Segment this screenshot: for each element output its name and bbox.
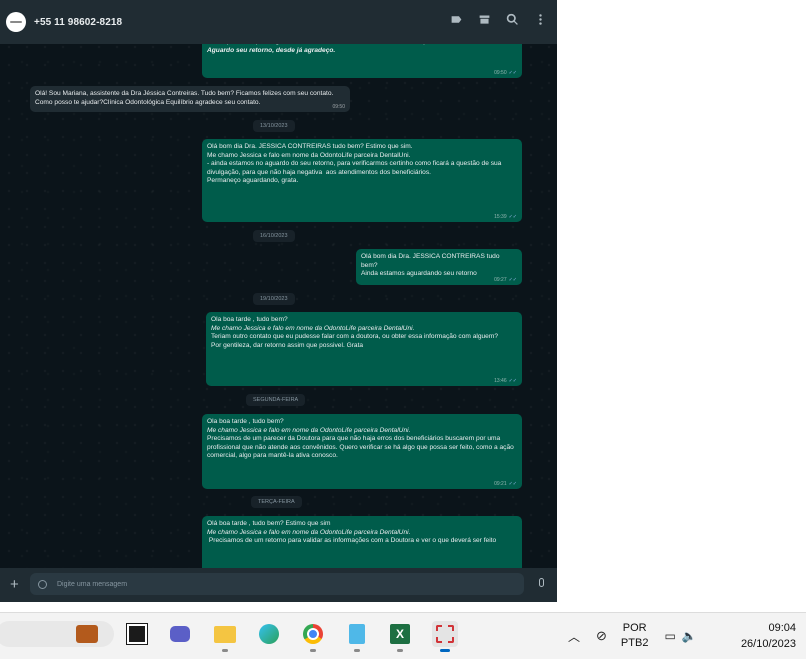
whatsapp-window: acha? podemos prosseguir com o credencia… [0, 0, 557, 602]
notepad-icon[interactable] [344, 621, 370, 652]
volume-icon[interactable]: 🔈 [682, 629, 697, 643]
message-line: Por gentileza, dar retorno assim que pos… [211, 341, 364, 349]
briefcase-icon [76, 625, 98, 643]
message-line: Me chamo Jessica e falo em nome da Odont… [207, 528, 411, 536]
message-line: Olá! Sou Mariana, assistente da Dra Jéss… [35, 90, 334, 97]
message-line: Olá bom dia Dra. JESSICA CONTREIRAS tudo… [207, 143, 413, 150]
menu-icon[interactable] [534, 13, 547, 26]
system-clock[interactable]: 09:04 26/10/2023 [741, 620, 796, 652]
edge-browser-icon[interactable] [256, 621, 282, 647]
message-line: Precisamos de um retorno para validar as… [207, 537, 497, 545]
message-bubble: Olá! Sou Mariana, assistente da Dra Jéss… [30, 86, 350, 112]
message-line: Ola boa tarde , tudo bem? [207, 418, 284, 425]
network-disconnected-icon[interactable]: ⊘ [596, 628, 607, 644]
catalog-icon[interactable] [478, 13, 491, 26]
message-time: 09:50 ✓✓ [494, 70, 517, 76]
clock-time: 09:04 [768, 622, 796, 634]
read-receipt-icon: ✓✓ [508, 70, 517, 76]
show-hidden-icons-chevron-icon[interactable]: ︿ [568, 628, 580, 645]
message-line: Aguardo seu retorno, desde já agradeço. [207, 46, 336, 54]
taskbar-search-box[interactable] [0, 621, 114, 647]
attach-plus-icon[interactable]: + [10, 577, 19, 592]
chat-area[interactable]: acha? podemos prosseguir com o credencia… [0, 38, 557, 568]
windows-taskbar: X ︿ ⊘ POR PTB2 ▭ 🔈 09:04 26/10/2023 [0, 612, 806, 659]
message-line: Permaneço aguardando, grata. [207, 177, 299, 185]
clock-date: 26/10/2023 [740, 638, 796, 650]
emoji-icon[interactable] [38, 579, 47, 589]
read-receipt-icon: ✓✓ [508, 481, 517, 487]
message-line: Me chamo Jessica e falo em nome da Odont… [211, 324, 415, 332]
message-line: - ainda estamos no aguardo do seu retorn… [207, 160, 504, 176]
language-indicator[interactable]: POR PTB2 [621, 621, 649, 651]
message-time: 09:21 ✓✓ [494, 481, 517, 487]
message-line: Como posso te ajudar?Clínica Odontológic… [35, 98, 261, 106]
snipping-tool-icon[interactable] [432, 621, 458, 652]
language-code: POR [622, 622, 647, 634]
chrome-browser-icon[interactable] [300, 621, 326, 652]
date-chip: 13/10/2023 [253, 120, 295, 132]
microphone-icon[interactable] [539, 578, 544, 587]
message-line: Olá boa tarde , tudo bem? Estimo que sim [207, 520, 331, 527]
message-line: Me chamo Jessica e falo em nome da Odont… [207, 151, 411, 159]
display-icon[interactable]: ▭ [664, 629, 675, 643]
file-explorer-icon[interactable] [212, 621, 238, 652]
message-line: Ola boa tarde , tudo bem? [211, 316, 288, 323]
teams-meet-icon[interactable] [167, 621, 193, 647]
message-bubble: Olá bom dia Dra. JESSICA CONTREIRAS tudo… [356, 249, 522, 285]
message-bubble: Olá bom dia Dra. JESSICA CONTREIRAS tudo… [202, 139, 522, 222]
message-time: 09:50 [332, 104, 345, 110]
message-line: Precisamos de um parecer da Doutora para… [207, 435, 516, 460]
date-chip: TERÇA-FEIRA [251, 496, 302, 508]
read-receipt-icon: ✓✓ [508, 378, 517, 384]
search-icon[interactable] [506, 13, 519, 26]
message-bubble: Ola boa tarde , tudo bem? Me chamo Jessi… [202, 414, 522, 489]
message-bubble: acha? podemos prosseguir com o credencia… [202, 38, 522, 78]
date-chip: SEGUNDA-FEIRA [246, 394, 306, 406]
chat-header: +55 11 98602-8218 [0, 0, 557, 44]
contact-name[interactable]: +55 11 98602-8218 [34, 17, 122, 28]
read-receipt-icon: ✓✓ [508, 277, 517, 283]
message-time: 15:39 ✓✓ [494, 214, 517, 220]
message-bubble: Ola boa tarde , tudo bem? Me chamo Jessi… [206, 312, 522, 386]
message-line: Teriam outro contato que eu pudesse fala… [211, 333, 498, 341]
desktop-background [557, 0, 806, 602]
composer-bar: + Digite uma mensagem [0, 568, 557, 602]
message-time: 09:27 ✓✓ [494, 277, 517, 283]
label-icon[interactable] [450, 13, 463, 26]
avatar[interactable] [6, 12, 26, 32]
message-bubble: Olá boa tarde , tudo bem? Estimo que sim… [202, 516, 522, 568]
message-line: Olá bom dia Dra. JESSICA CONTREIRAS tudo… [361, 253, 502, 269]
task-view-icon[interactable] [124, 621, 150, 647]
message-time: 13:46 ✓✓ [494, 378, 517, 384]
message-input-placeholder: Digite uma mensagem [57, 580, 128, 588]
read-receipt-icon: ✓✓ [508, 214, 517, 220]
keyboard-layout: PTB2 [620, 637, 649, 649]
date-chip: 16/10/2023 [253, 230, 295, 242]
excel-icon[interactable]: X [387, 621, 413, 652]
message-line: Me chamo Jessica e falo em nome da Odont… [207, 426, 411, 434]
date-chip: 19/10/2023 [253, 293, 295, 305]
message-input[interactable]: Digite uma mensagem [30, 573, 524, 595]
